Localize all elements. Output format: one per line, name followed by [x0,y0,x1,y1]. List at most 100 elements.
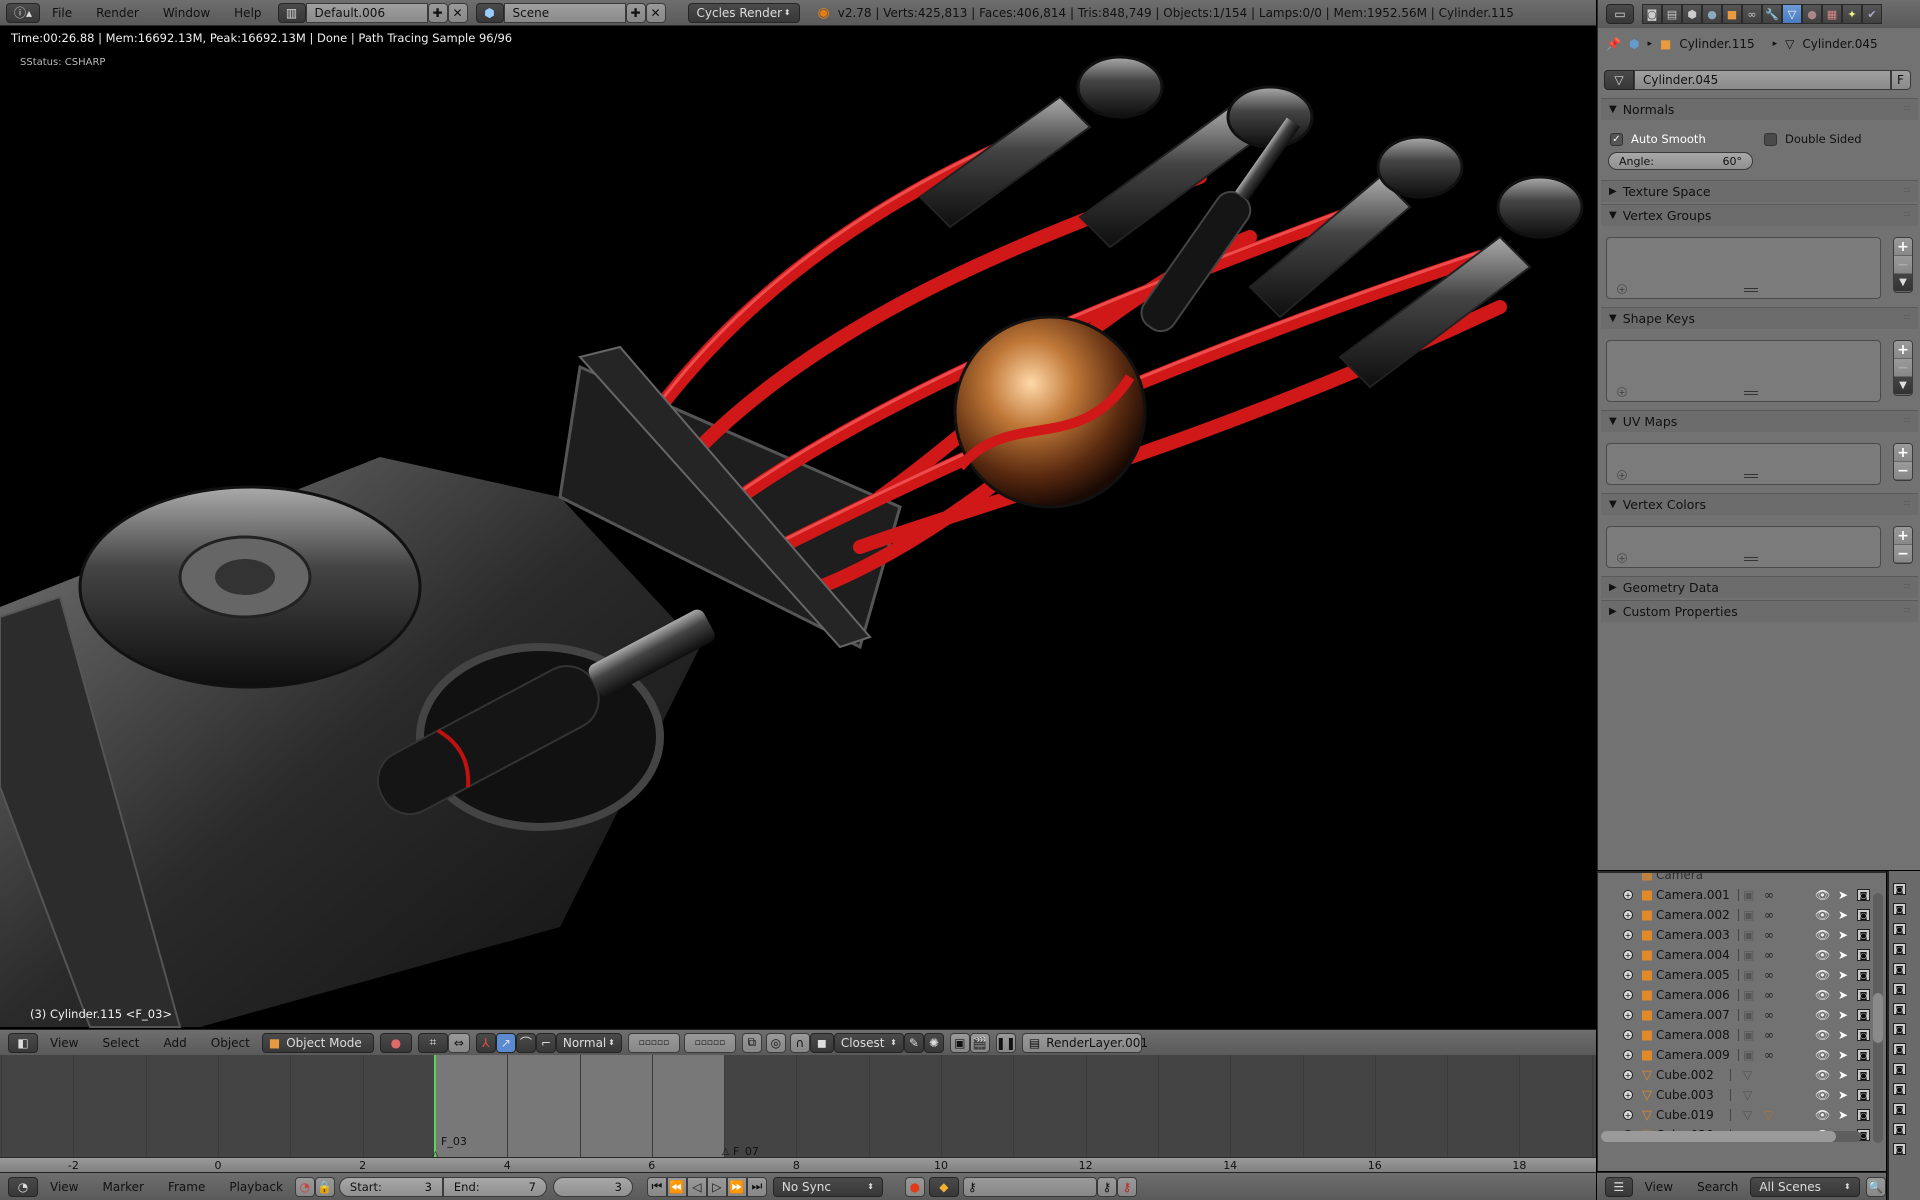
menu-search[interactable]: Search [1685,1180,1750,1194]
visibility-eye-icon[interactable]: 👁 [1815,1088,1830,1102]
outliner-item-name[interactable]: Cube.002 [1656,1068,1714,1082]
camera-data-icon[interactable]: ▣ [1743,948,1754,962]
display-mode-dropdown[interactable]: All Scenes ⬍ [1750,1176,1860,1197]
tab-constraints[interactable]: ∞ [1742,4,1762,24]
mesh-data-icon[interactable]: ▽ [1743,1068,1752,1082]
expand-icon[interactable]: + [1623,1010,1633,1020]
editor-type-outliner-button[interactable]: ☰ [1605,1176,1633,1197]
panel-geometry-data-header[interactable]: ▶ Geometry Data:::: [1601,576,1918,598]
outliner-row-partial[interactable]: ■ Camera [1598,873,1886,885]
double-sided-checkbox[interactable]: Double Sided [1764,132,1862,146]
sync-mode-dropdown[interactable]: No Sync ⬍ [772,1176,883,1197]
play-reverse-button[interactable]: ◁ [686,1176,707,1197]
preview-range-button[interactable]: ◔ [294,1176,315,1197]
selectability-cursor-icon[interactable]: ➤ [1838,928,1848,942]
outliner-item-name[interactable]: Camera.002 [1656,908,1730,922]
outliner-item-name[interactable]: Camera.003 [1656,928,1730,942]
camera-data-icon[interactable]: ▣ [1743,888,1754,902]
current-frame-field[interactable]: 3 [552,1176,633,1197]
visibility-eye-icon[interactable]: 👁 [1815,888,1830,902]
render-layer-field[interactable]: ▤ RenderLayer.001 [1021,1032,1148,1053]
selectability-cursor-icon[interactable]: ➤ [1838,1068,1848,1082]
delete-keyframe-button[interactable]: ⚷ [1116,1176,1137,1197]
menu-select[interactable]: Select [90,1036,151,1050]
menu-render[interactable]: Render [84,6,151,20]
3d-viewport[interactable]: Time:00:26.88 | Mem:16692.13M, Peak:1669… [0,27,1596,1028]
layout-name-field[interactable]: Default.006 [305,2,428,23]
outliner-vertical-scrollbar[interactable] [1873,893,1883,1143]
tab-texture[interactable]: ▦ [1822,4,1842,24]
add-vertex-group-button[interactable]: + [1894,238,1912,256]
drag-grip-icon[interactable]: :::: [1903,103,1911,112]
snap-project-button[interactable]: ✺ [923,1032,944,1053]
jump-to-start-button[interactable]: ⏮ [646,1176,667,1197]
camera-data-icon[interactable]: ▣ [1743,1028,1754,1042]
drag-grip-icon[interactable]: :::: [1903,312,1911,321]
outliner[interactable]: ■ Camera + ■ Camera.001 ▣ ∞ 👁 ➤ ◙ + ■ Camera.002 ▣ ∞ 👁… [1597,871,1886,1171]
renderability-camera-icon[interactable]: ◙ [1893,963,1906,975]
visibility-eye-icon[interactable]: 👁 [1815,908,1830,922]
visibility-eye-icon[interactable]: 👁 [1815,1028,1830,1042]
keying-mode-dropdown[interactable]: ◆ [928,1176,959,1197]
visibility-eye-icon[interactable]: 👁 [1815,948,1830,962]
menu-view[interactable]: View [1633,1180,1685,1194]
insert-keyframe-button[interactable]: ⚷ [1096,1176,1117,1197]
lock-time-cursor-button[interactable]: 🔒 [314,1176,335,1197]
editor-type-3dview-button[interactable]: ◧ [8,1032,38,1053]
vertex-groups-list[interactable]: + [1606,237,1881,299]
renderability-camera-icon[interactable]: ◙ [1857,969,1870,981]
snap-toggle-button[interactable]: ∩ [789,1032,810,1053]
visibility-eye-icon[interactable]: 👁 [1815,1048,1830,1062]
manipulate-center-button[interactable]: ⇔ [447,1032,470,1053]
camera-data-icon[interactable]: ▣ [1743,1048,1754,1062]
camera-data-icon[interactable]: ▣ [1743,988,1754,1002]
visibility-eye-icon[interactable]: 👁 [1815,928,1830,942]
tab-render-layers[interactable]: ▤ [1662,4,1682,24]
outliner-horizontal-scrollbar[interactable] [1601,1131,1861,1142]
renderability-camera-icon[interactable]: ◙ [1857,929,1870,941]
panel-texture-space-header[interactable]: ▶ Texture Space:::: [1601,180,1918,202]
panel-vertex-groups-header[interactable]: ▼ Vertex Groups:::: [1601,204,1918,226]
drag-grip-icon[interactable]: :::: [1903,185,1911,194]
camera-data-icon[interactable]: ▣ [1743,908,1754,922]
search-button[interactable]: 🔍 [1865,1176,1886,1197]
renderability-camera-icon[interactable]: ◙ [1857,989,1870,1001]
menu-object[interactable]: Object [199,1036,262,1050]
menu-frame[interactable]: Frame [156,1180,217,1194]
marker-f07-icon[interactable]: △ [722,1147,729,1157]
panel-uv-maps-header[interactable]: ▼ UV Maps:::: [1601,410,1918,432]
renderability-camera-icon[interactable]: ◙ [1893,1023,1906,1035]
snap-element-dropdown[interactable]: ◼ [809,1032,834,1053]
renderability-camera-icon[interactable]: ◙ [1893,903,1906,915]
editor-type-properties-button[interactable]: ▭ [1606,4,1634,24]
add-uv-map-button[interactable]: + [1894,444,1912,462]
outliner-row[interactable]: + ▽ Cube.002 ▽ 👁 ➤ ◙ [1598,1065,1886,1085]
transform-orientation-dropdown[interactable]: Normal ⬍ [555,1032,622,1053]
mesh-data-icon[interactable]: ▽ [1743,1088,1752,1102]
expand-icon[interactable]: + [1623,970,1633,980]
outliner-item-name[interactable]: Camera.008 [1656,1028,1730,1042]
tab-physics[interactable]: ✔ [1862,4,1882,24]
resize-grip-icon[interactable] [1743,288,1758,292]
remove-vertex-group-button[interactable]: − [1894,256,1912,274]
outliner-item-name[interactable]: Camera.004 [1656,948,1730,962]
outliner-item-name[interactable]: Camera.006 [1656,988,1730,1002]
playhead[interactable] [433,1055,436,1157]
selectability-cursor-icon[interactable]: ➤ [1838,1008,1848,1022]
renderability-camera-icon[interactable]: ◙ [1857,1009,1870,1021]
renderability-camera-icon[interactable]: ◙ [1857,1109,1870,1121]
drag-grip-icon[interactable]: :::: [1903,415,1911,424]
tab-modifiers[interactable]: 🔧 [1762,4,1782,24]
pause-render-button[interactable]: ❚❚ [996,1032,1016,1053]
mesh-name-field[interactable]: Cylinder.045 [1634,70,1891,90]
renderability-camera-icon[interactable]: ◙ [1893,983,1906,995]
panel-shape-keys-header[interactable]: ▼ Shape Keys:::: [1601,307,1918,329]
outliner-row[interactable]: + ■ Camera.009 ▣ ∞ 👁 ➤ ◙ [1598,1045,1886,1065]
visibility-eye-icon[interactable]: 👁 [1815,1108,1830,1122]
visibility-eye-icon[interactable]: 👁 [1815,1008,1830,1022]
outliner-row[interactable]: + ■ Camera.008 ▣ ∞ 👁 ➤ ◙ [1598,1025,1886,1045]
timeline-area[interactable]: F_03 △ F_07 △ -2 0 2 4 6 8 10 12 14 16 18 [0,1055,1596,1172]
renderability-camera-icon[interactable]: ◙ [1893,1003,1906,1015]
outliner-item-name[interactable]: Camera.005 [1656,968,1730,982]
outliner-item-name[interactable]: Camera.007 [1656,1008,1730,1022]
